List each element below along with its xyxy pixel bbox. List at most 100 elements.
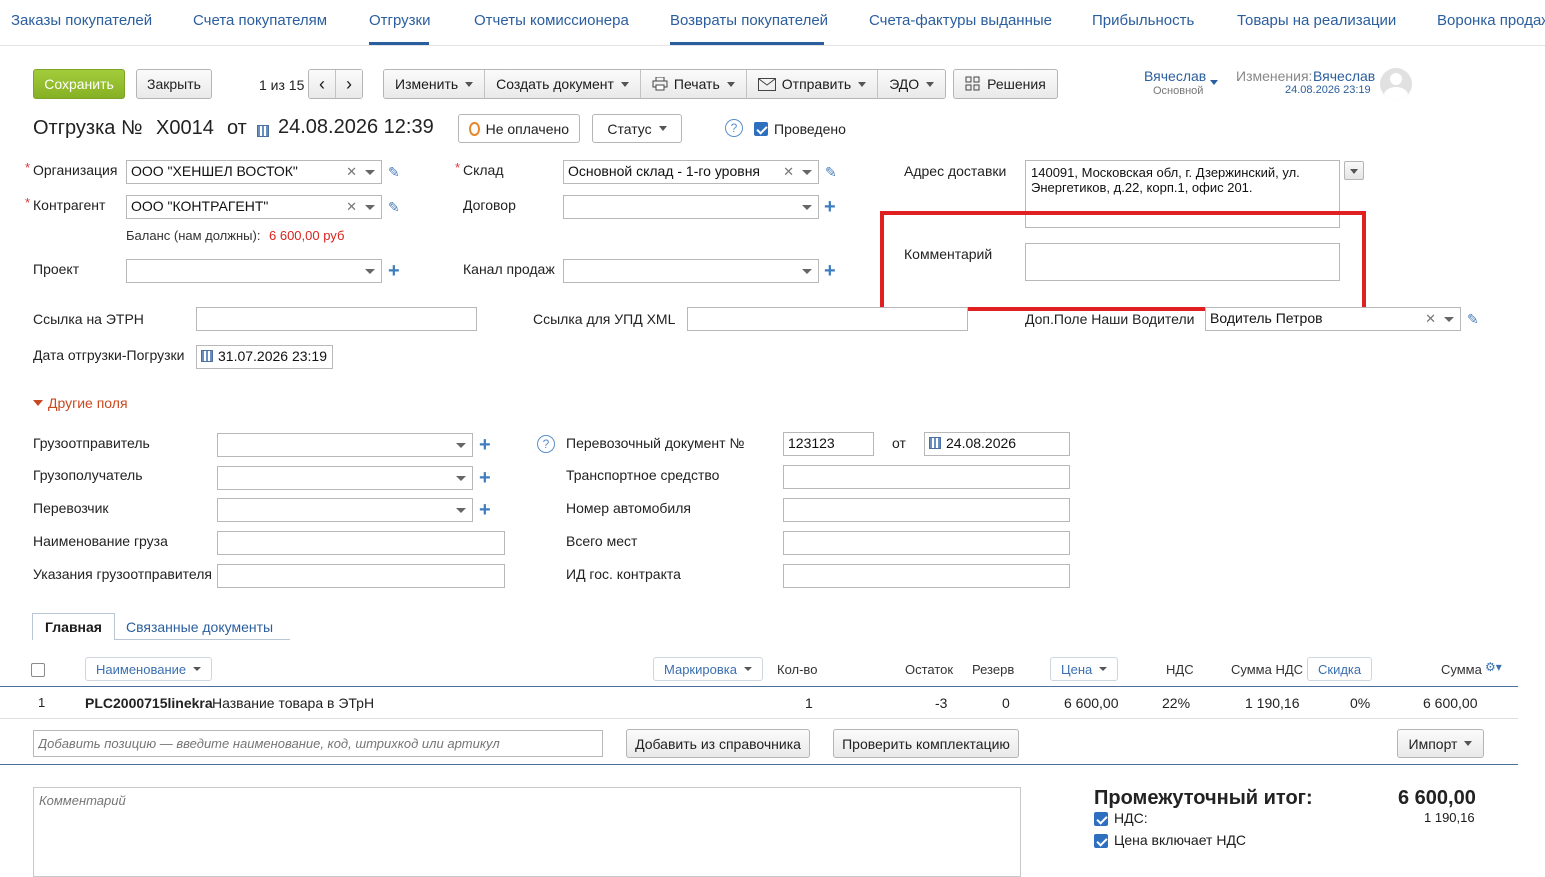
edit-button[interactable]: Изменить xyxy=(384,70,486,98)
next-button[interactable]: › xyxy=(336,70,362,98)
price-includes-vat-checkbox[interactable] xyxy=(1094,834,1108,848)
add-position-input[interactable] xyxy=(33,730,603,757)
avatar[interactable] xyxy=(1380,68,1412,100)
chevron-down-icon[interactable] xyxy=(456,443,466,448)
tab-sales-funnel[interactable]: Воронка продаж xyxy=(1437,12,1545,29)
tab-commission-reports[interactable]: Отчеты комиссионера xyxy=(474,12,629,29)
tab-goods-on-sale[interactable]: Товары на реализации xyxy=(1237,12,1396,29)
name-column-header[interactable]: Наименование xyxy=(85,657,213,681)
add-consignee-icon[interactable]: + xyxy=(479,468,491,488)
edit-pencil-icon[interactable]: ✎ xyxy=(1467,311,1479,328)
tab-shipments[interactable]: Отгрузки xyxy=(369,12,431,29)
changes-user[interactable]: Вячеслав xyxy=(1313,68,1375,84)
create-document-button[interactable]: Создать документ xyxy=(485,70,641,98)
drivers-select[interactable]: Водитель Петров ✕ xyxy=(1205,307,1461,331)
counterparty-select[interactable]: ООО "КОНТРАГЕНТ" ✕ xyxy=(126,195,382,219)
chevron-down-icon[interactable] xyxy=(802,205,812,210)
chevron-down-icon[interactable] xyxy=(802,269,812,274)
consignee-select[interactable] xyxy=(217,466,473,490)
posted-checkbox[interactable] xyxy=(754,122,768,136)
ship-date-input[interactable]: 31.07.2026 23:19 xyxy=(196,345,333,369)
edit-pencil-icon[interactable]: ✎ xyxy=(388,164,400,181)
transport-doc-date-input[interactable]: 24.08.2026 xyxy=(924,432,1070,456)
prev-button[interactable]: ‹ xyxy=(309,70,336,98)
document-number[interactable]: Х0014 xyxy=(156,117,214,140)
transport-doc-number-input[interactable]: 123123 xyxy=(783,432,874,456)
tab-customer-orders[interactable]: Заказы покупателей xyxy=(11,12,152,29)
document-date[interactable]: 24.08.2026 12:39 xyxy=(278,116,434,139)
check-kit-button[interactable]: Проверить комплектацию xyxy=(833,729,1019,758)
document-comment-textarea[interactable] xyxy=(33,787,1021,877)
vehicle-input[interactable] xyxy=(783,465,1070,489)
solutions-button[interactable]: Решения xyxy=(953,69,1058,99)
tab-profitability[interactable]: Прибыльность xyxy=(1092,12,1194,29)
contract-select[interactable] xyxy=(563,195,819,219)
send-button[interactable]: Отправить xyxy=(746,70,879,98)
chevron-down-icon[interactable] xyxy=(365,205,375,210)
print-button[interactable]: Печать xyxy=(640,70,747,98)
row-qty[interactable]: 1 xyxy=(805,695,813,711)
vat-checkbox[interactable] xyxy=(1094,812,1108,826)
table-row[interactable]: 1 PLC2000715linekra Название товара в ЭТ… xyxy=(0,687,1518,719)
select-all-checkbox[interactable] xyxy=(31,663,45,677)
chevron-down-icon[interactable] xyxy=(802,170,812,175)
tab-related-documents[interactable]: Связанные документы xyxy=(126,619,273,635)
row-code[interactable]: PLC2000715linekra xyxy=(85,695,213,711)
help-icon[interactable]: ? xyxy=(725,119,743,137)
car-number-input[interactable] xyxy=(783,498,1070,522)
add-sales-channel-icon[interactable]: + xyxy=(824,261,836,281)
chevron-down-icon[interactable] xyxy=(365,170,375,175)
row-discount[interactable]: 0% xyxy=(1350,695,1370,711)
project-select[interactable] xyxy=(126,259,382,283)
row-name[interactable]: Название товара в ЭТрН xyxy=(212,695,374,711)
chevron-down-icon[interactable] xyxy=(1444,317,1454,322)
carrier-select[interactable] xyxy=(217,498,473,522)
save-button[interactable]: Сохранить xyxy=(33,69,125,99)
help-icon[interactable]: ? xyxy=(537,435,555,453)
tab-main[interactable]: Главная xyxy=(32,613,115,640)
shipper-select[interactable] xyxy=(217,433,473,457)
cargo-name-input[interactable] xyxy=(217,531,505,555)
price-column-header[interactable]: Цена xyxy=(1050,657,1119,681)
user-name[interactable]: Вячеслав xyxy=(1144,68,1206,84)
edit-pencil-icon[interactable]: ✎ xyxy=(388,199,400,216)
row-price[interactable]: 6 600,00 xyxy=(1064,695,1119,711)
row-vat[interactable]: 22% xyxy=(1162,695,1190,711)
address-dropdown-button[interactable] xyxy=(1344,161,1364,180)
payment-status-button[interactable]: Не оплачено xyxy=(458,114,580,143)
edo-button[interactable]: ЭДО xyxy=(878,70,946,98)
import-button[interactable]: Импорт xyxy=(1397,729,1484,758)
chevron-down-icon[interactable] xyxy=(365,269,375,274)
status-dropdown[interactable]: Статус xyxy=(592,114,682,143)
clear-icon[interactable]: ✕ xyxy=(1425,311,1436,327)
close-button[interactable]: Закрыть xyxy=(136,69,212,99)
clear-icon[interactable]: ✕ xyxy=(346,199,357,215)
add-from-catalog-button[interactable]: Добавить из справочника xyxy=(626,729,810,758)
column-settings-icon[interactable]: ⚙▾ xyxy=(1485,660,1502,674)
places-input[interactable] xyxy=(783,531,1070,555)
comment-input[interactable] xyxy=(1025,243,1340,281)
upd-link-input[interactable] xyxy=(687,307,968,331)
sales-channel-select[interactable] xyxy=(563,259,819,283)
chevron-down-icon[interactable] xyxy=(456,476,466,481)
add-carrier-icon[interactable]: + xyxy=(479,500,491,520)
warehouse-select[interactable]: Основной склад - 1-го уровня ✕ xyxy=(563,160,819,184)
contract-id-input[interactable] xyxy=(783,564,1070,588)
add-contract-icon[interactable]: + xyxy=(824,197,836,217)
calendar-icon[interactable] xyxy=(257,123,274,139)
tab-customer-returns[interactable]: Возвраты покупателей xyxy=(670,12,828,29)
shipper-notes-input[interactable] xyxy=(217,564,505,588)
tab-customer-invoices[interactable]: Счета покупателям xyxy=(193,12,327,29)
user-menu-chevron-icon[interactable] xyxy=(1210,80,1218,85)
edit-pencil-icon[interactable]: ✎ xyxy=(825,164,837,181)
etrn-link-input[interactable] xyxy=(196,307,477,331)
tab-invoices-issued[interactable]: Счета-фактуры выданные xyxy=(869,12,1052,29)
chevron-down-icon[interactable] xyxy=(456,508,466,513)
organization-select[interactable]: ООО "ХЕНШЕЛ ВОСТОК" ✕ xyxy=(126,160,382,184)
add-shipper-icon[interactable]: + xyxy=(479,435,491,455)
marking-column-header[interactable]: Маркировка xyxy=(653,657,763,681)
other-fields-toggle[interactable]: Другие поля xyxy=(33,395,128,411)
add-project-icon[interactable]: + xyxy=(388,261,400,281)
discount-column-header[interactable]: Скидка xyxy=(1307,657,1373,681)
clear-icon[interactable]: ✕ xyxy=(783,164,794,180)
